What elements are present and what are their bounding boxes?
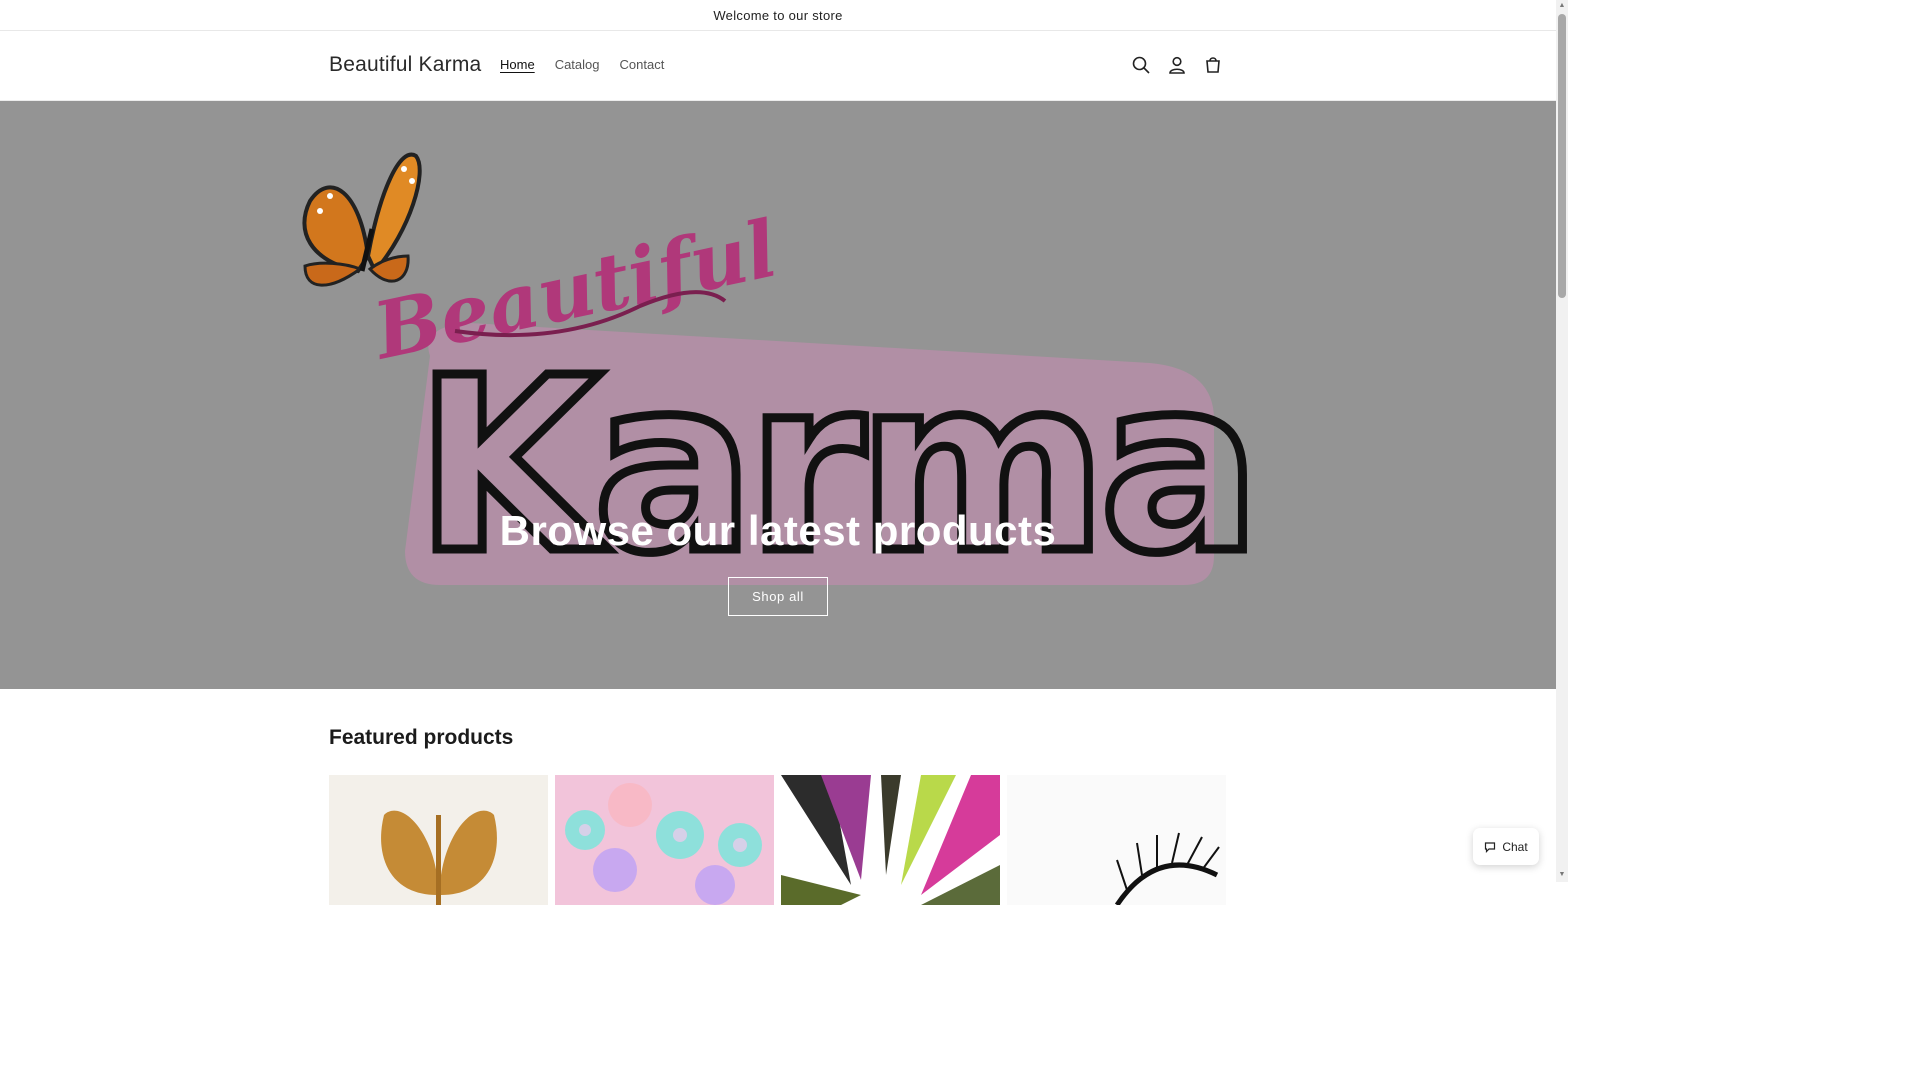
scroll-up-arrow[interactable]: ▲ xyxy=(1558,2,1566,10)
butterfly-icon xyxy=(302,152,422,287)
nav-contact[interactable]: Contact xyxy=(610,57,675,72)
scroll-down-arrow[interactable]: ▼ xyxy=(1558,871,1566,879)
product-card-lashes[interactable] xyxy=(1007,775,1226,905)
header-icons xyxy=(1123,47,1231,83)
shop-all-button[interactable]: Shop all xyxy=(728,577,828,616)
nav-catalog[interactable]: Catalog xyxy=(545,57,610,72)
hero-banner: Karma Beautiful Browse our latest produc… xyxy=(0,101,1556,689)
product-card-butterfly[interactable] xyxy=(329,775,548,905)
chat-button[interactable]: Chat xyxy=(1473,828,1539,865)
nails-product-image xyxy=(781,775,1000,905)
main-nav: Home Catalog Contact xyxy=(490,57,674,72)
announcement-bar: Welcome to our store xyxy=(0,0,1556,31)
cart-icon[interactable] xyxy=(1195,47,1231,83)
announcement-text: Welcome to our store xyxy=(713,7,843,23)
hero-title: Browse our latest products xyxy=(499,507,1057,554)
product-card-flowers[interactable] xyxy=(555,775,774,905)
featured-products-grid xyxy=(329,775,1226,905)
site-header: Beautiful Karma Home Catalog Contact xyxy=(0,31,1556,101)
chat-bubble-icon xyxy=(1485,841,1496,853)
product-card-nails[interactable] xyxy=(781,775,1000,905)
banner-word-text: Karma xyxy=(415,326,1253,606)
featured-products-title: Featured products xyxy=(329,726,514,749)
flower-product-image xyxy=(565,783,762,905)
account-icon[interactable] xyxy=(1159,47,1195,83)
search-icon[interactable] xyxy=(1123,47,1159,83)
nav-home[interactable]: Home xyxy=(490,57,545,72)
chat-label: Chat xyxy=(1502,839,1528,854)
butterfly-product-image xyxy=(381,810,497,905)
page-scrollbar[interactable]: ▲ ▼ xyxy=(1556,0,1568,882)
lashes-product-image xyxy=(1114,832,1220,905)
scrollbar-thumb[interactable] xyxy=(1558,14,1566,298)
store-logo[interactable]: Beautiful Karma xyxy=(329,53,481,77)
